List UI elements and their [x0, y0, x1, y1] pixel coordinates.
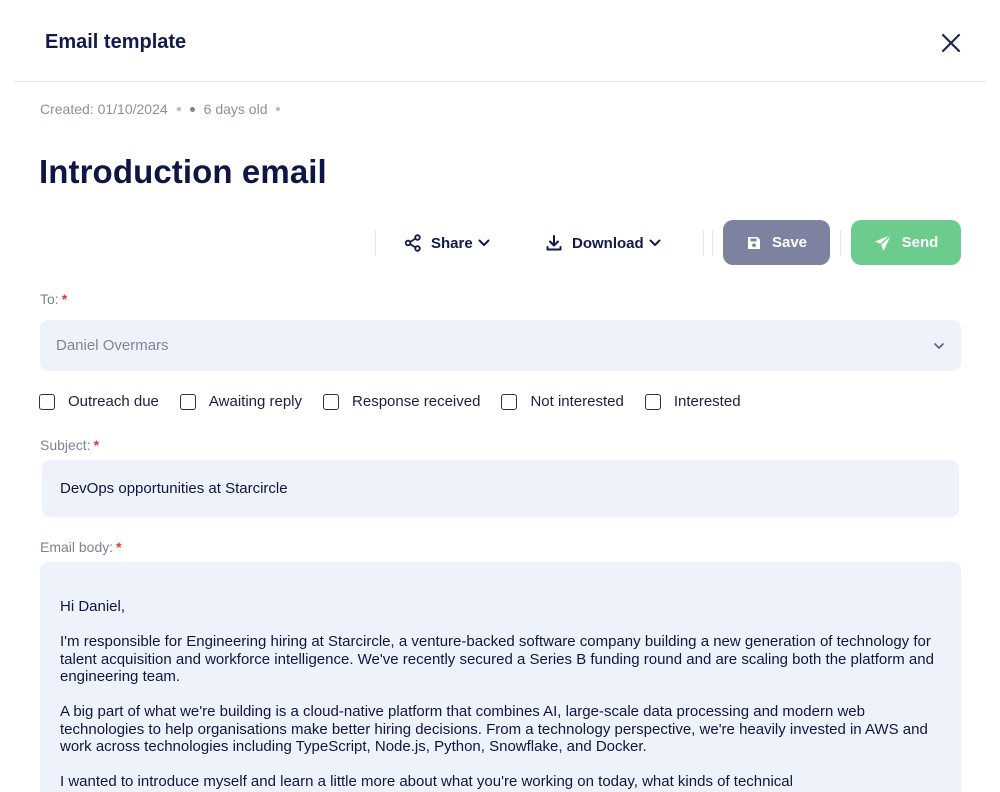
modal-header: Email template: [14, 0, 986, 82]
separator-dot: [189, 106, 195, 112]
checkbox-box[interactable]: [323, 393, 340, 410]
subject-input[interactable]: DevOps opportunities at Starcircle: [42, 460, 959, 517]
recipient-value: Daniel Overmars: [56, 337, 169, 354]
body-paragraph: I'm responsible for Engineering hiring a…: [60, 633, 934, 685]
toolbar-divider: [375, 230, 376, 256]
checkbox-interested[interactable]: Interested: [644, 393, 741, 410]
subject-label: Subject: *: [40, 437, 99, 453]
toolbar-divider: [703, 230, 704, 256]
checkbox-label: Interested: [673, 393, 741, 410]
modal-title: Email template: [45, 31, 187, 53]
download-icon: [546, 235, 562, 251]
created-date: Created: 01/10/2024: [40, 101, 168, 117]
share-icon: [404, 234, 421, 252]
body-paragraph: Hi Daniel,: [60, 598, 126, 615]
checkbox-box[interactable]: [644, 393, 661, 410]
share-button[interactable]: Share: [404, 230, 490, 256]
toolbar-divider: [840, 230, 841, 256]
checkbox-label: Awaiting reply: [208, 393, 303, 410]
close-icon: [941, 33, 961, 53]
to-label-text: To:: [40, 291, 59, 307]
chevron-down-icon: [934, 343, 944, 349]
checkbox-response-received[interactable]: Response received: [323, 393, 480, 410]
email-body-editor[interactable]: Hi Daniel, I'm responsible for Engineeri…: [40, 562, 961, 792]
checkbox-label: Response received: [352, 393, 481, 410]
subject-label-text: Subject:: [40, 437, 91, 453]
required-marker: *: [61, 291, 68, 307]
save-icon: [747, 236, 760, 249]
toolbar-divider: [712, 230, 713, 256]
separator-dot: [176, 107, 181, 111]
checkbox-label: Not interested: [530, 393, 624, 410]
save-label: Save: [771, 234, 808, 251]
template-age: 6 days old: [203, 101, 268, 117]
body-paragraph: I wanted to introduce myself and learn a…: [60, 773, 793, 790]
download-button[interactable]: Download: [545, 230, 661, 256]
email-template-modal: Email template Created: 01/10/2024 6 day…: [0, 0, 1000, 792]
chevron-down-icon: [649, 239, 661, 246]
checkbox-awaiting-reply[interactable]: Awaiting reply: [179, 393, 303, 410]
close-button[interactable]: [938, 30, 964, 56]
recipient-select[interactable]: Daniel Overmars: [40, 320, 961, 371]
body-paragraph: A big part of what we're building is a c…: [60, 703, 928, 755]
checkbox-box[interactable]: [501, 393, 518, 410]
share-label: Share: [431, 234, 473, 252]
chevron-down-icon: [478, 239, 490, 246]
status-checkboxes: Outreach due Awaiting reply Response rec…: [39, 393, 762, 410]
send-button[interactable]: Send: [851, 220, 961, 265]
checkbox-box[interactable]: [39, 393, 55, 410]
email-body-label: Email body: *: [40, 539, 122, 555]
checkbox-label: Outreach due: [68, 393, 159, 410]
required-marker: *: [116, 539, 122, 555]
required-marker: *: [93, 437, 100, 453]
send-label: Send: [901, 234, 939, 251]
checkbox-not-interested[interactable]: Not interested: [501, 393, 624, 410]
checkbox-box[interactable]: [179, 393, 196, 410]
save-button[interactable]: Save: [723, 220, 830, 265]
download-label: Download: [572, 234, 644, 252]
page-title: Introduction email: [39, 153, 327, 190]
template-meta: Created: 01/10/2024 6 days old: [40, 101, 281, 117]
checkbox-outreach-due[interactable]: Outreach due: [39, 393, 159, 410]
separator-dot: [276, 107, 281, 111]
email-body-label-text: Email body:: [40, 539, 114, 555]
to-label: To: *: [40, 291, 67, 307]
toolbar: Share Download Save Send: [0, 220, 1000, 266]
paper-plane-icon: [874, 233, 892, 251]
